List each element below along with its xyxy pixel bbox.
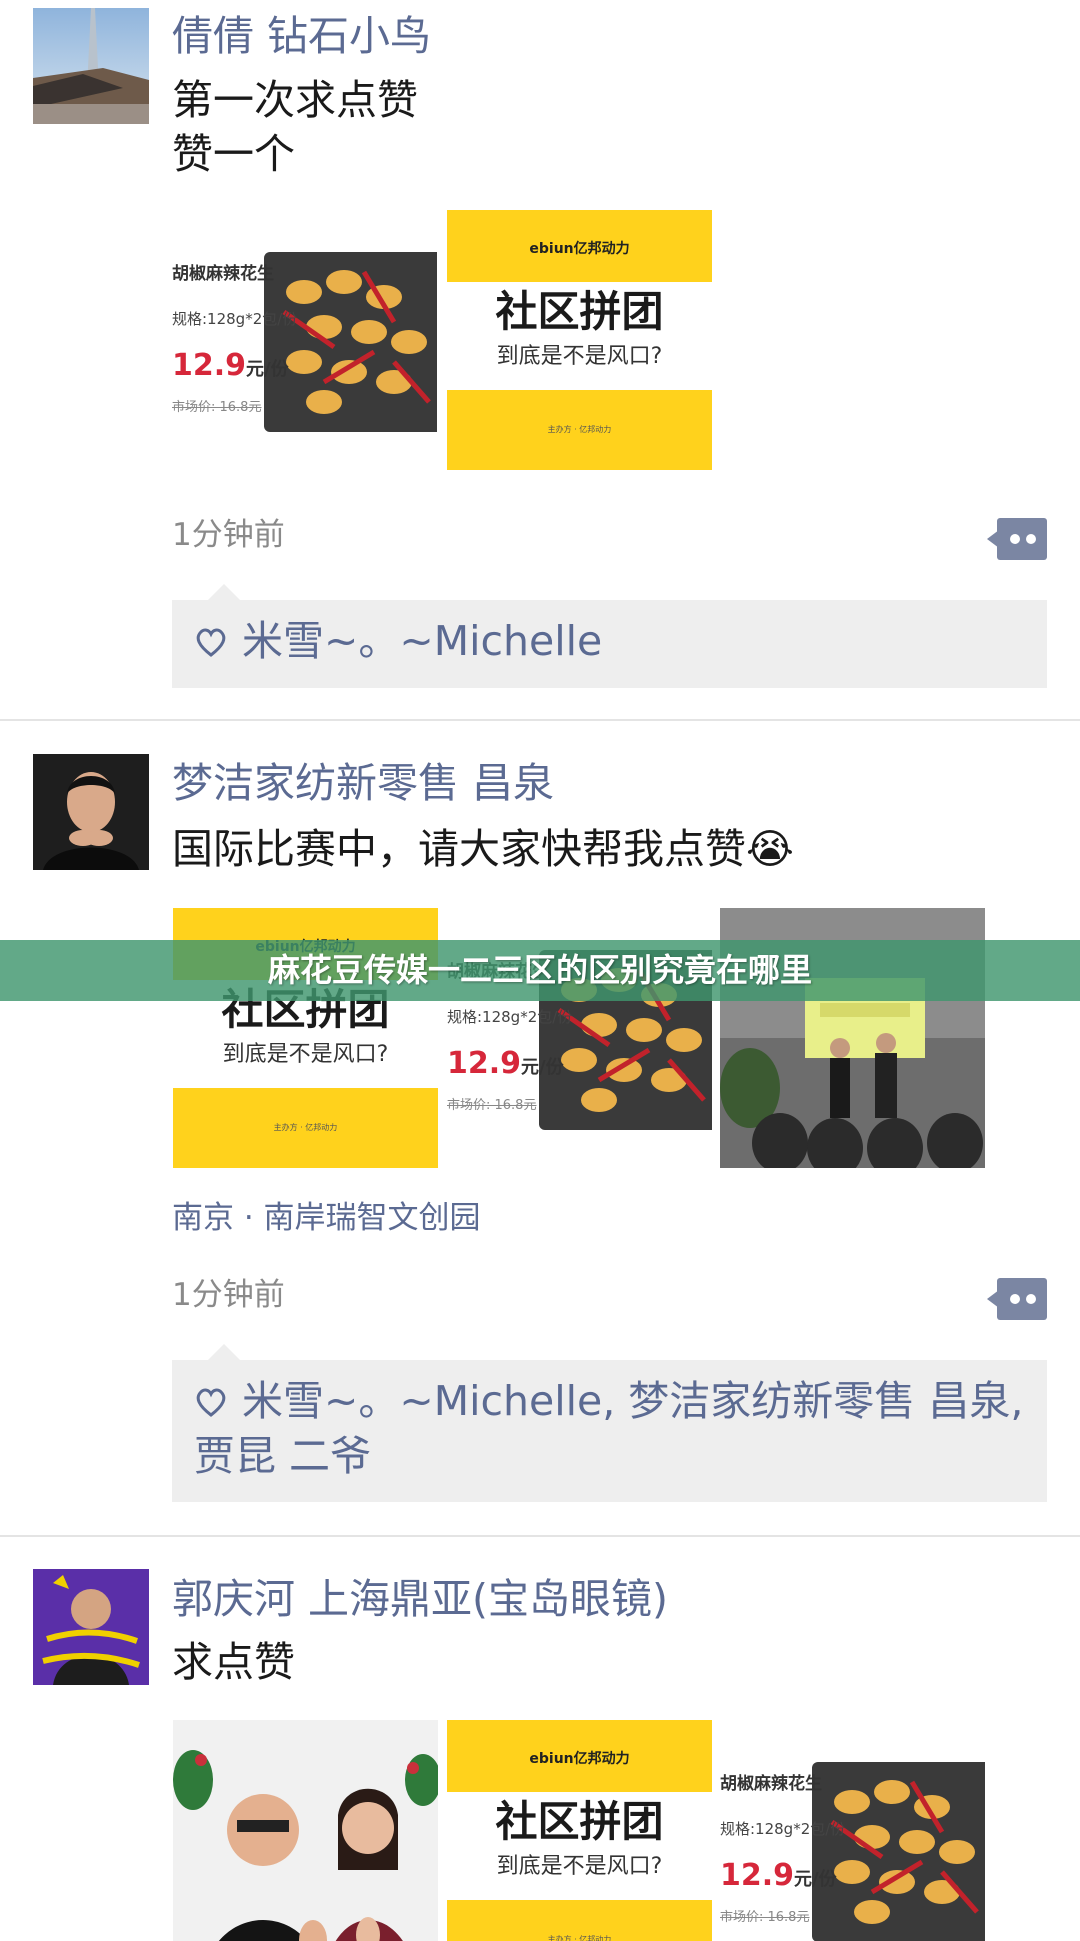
comment-more-icon	[987, 518, 1047, 560]
like-box: 米雪~。~Michelle, 梦洁家纺新零售 昌泉, 贾昆 二爷	[172, 1360, 1047, 1502]
post-image-3[interactable]: 胡椒麻辣花生 规格:128g*2包/份 12.9元/份 市场价: 16.8元	[720, 1720, 985, 1941]
peanut-title: 胡椒麻辣花生	[172, 264, 274, 284]
heart-icon	[194, 1378, 228, 1417]
comment-more-button[interactable]	[987, 1278, 1047, 1320]
post-divider	[0, 1535, 1080, 1537]
peanut-old-price: 市场价: 16.8元	[447, 1098, 537, 1113]
post-time: 1分钟前	[172, 517, 285, 553]
moments-feed: 倩倩 钻石小鸟 第一次求点赞 赞一个 胡椒麻辣花生 规格:128g*2包/份 1…	[0, 0, 1080, 1941]
avatar-image	[33, 754, 149, 870]
peanut-price-unit: 元/份	[246, 359, 289, 380]
peanut-art	[830, 1780, 979, 1924]
peanut-old-price: 市场价: 16.8元	[720, 1910, 810, 1925]
poster-subtitle: 到底是不是风口?	[222, 1042, 389, 1067]
like-line: 米雪~。~Michelle, 梦洁家纺新零售 昌泉, 贾昆 二爷	[194, 1374, 1025, 1484]
post-author-name[interactable]: 梦洁家纺新零售 昌泉	[172, 757, 554, 809]
like-box-arrow	[208, 1344, 240, 1360]
peanut-price: 12.9元/份	[172, 346, 289, 390]
post-text: 第一次求点赞 赞一个	[172, 76, 418, 178]
poster-footer: 主办方 · 亿邦动力	[547, 1935, 612, 1941]
like-box-arrow	[208, 584, 240, 600]
avatar[interactable]	[33, 1569, 149, 1685]
post-image-2[interactable]: ebiun亿邦动力 社区拼团 到底是不是风口? 主办方 · 亿邦动力	[447, 1720, 712, 1941]
poster-header: ebiun亿邦动力	[529, 1751, 630, 1767]
comment-more-icon	[987, 1278, 1047, 1320]
poster-title: 社区拼团	[495, 287, 664, 336]
poster-header: ebiun亿邦动力	[529, 241, 630, 257]
peanut-spec: 规格:128g*2包/份	[447, 1008, 573, 1026]
avatar[interactable]	[33, 754, 149, 870]
peanut-price-value: 12.9	[720, 1858, 795, 1893]
post-author-name[interactable]: 郭庆河 上海鼎亚(宝岛眼镜)	[172, 1573, 668, 1625]
peanut-price-unit: 元/份	[794, 1869, 837, 1890]
like-box: 米雪~。~Michelle	[172, 600, 1047, 688]
avatar-image	[33, 8, 149, 124]
like-line: 米雪~。~Michelle	[194, 614, 1025, 669]
post-text: 求点赞	[172, 1638, 295, 1686]
peanut-price-unit: 元/份	[521, 1057, 564, 1078]
post-image-1[interactable]: 胡椒麻辣花生 规格:128g*2包/份 12.9元/份 市场价: 16.8元	[172, 210, 437, 470]
poster-title: 社区拼团	[495, 1797, 664, 1846]
like-names[interactable]: 米雪~。~Michelle, 梦洁家纺新零售 昌泉, 贾昆 二爷	[194, 1377, 1023, 1480]
post-text: 国际比赛中，请大家快帮我点赞😭	[172, 825, 794, 873]
avatar-image	[33, 1569, 149, 1685]
poster-footer: 主办方 · 亿邦动力	[547, 425, 612, 434]
peanut-price: 12.9元/份	[447, 1044, 564, 1088]
poster-footer: 主办方 · 亿邦动力	[273, 1123, 338, 1132]
peanut-plate	[812, 1762, 985, 1941]
avatar[interactable]	[33, 8, 149, 124]
title-banner: 麻花豆传媒一二三区的区别究竟在哪里	[0, 940, 1080, 1001]
comment-more-button[interactable]	[987, 518, 1047, 560]
group-photo	[173, 1720, 438, 1941]
peanut-price-value: 12.9	[172, 348, 247, 383]
banner-text: 麻花豆传媒一二三区的区别究竟在哪里	[267, 951, 812, 989]
peanut-price: 12.9元/份	[720, 1856, 837, 1900]
post-location[interactable]: 南京 · 南岸瑞智文创园	[172, 1198, 481, 1238]
post-time: 1分钟前	[172, 1277, 285, 1313]
peanut-spec: 规格:128g*2包/份	[720, 1820, 846, 1838]
peanut-plate	[264, 252, 437, 432]
peanut-old-price: 市场价: 16.8元	[172, 400, 262, 415]
peanut-art	[282, 270, 431, 414]
post-image-2[interactable]: ebiun亿邦动力 社区拼团 到底是不是风口? 主办方 · 亿邦动力	[447, 210, 712, 470]
poster-subtitle: 到底是不是风口?	[496, 1854, 663, 1879]
post-image-1[interactable]	[173, 1720, 438, 1941]
peanut-price-value: 12.9	[447, 1046, 522, 1081]
like-names[interactable]: 米雪~。~Michelle	[242, 617, 602, 665]
peanut-spec: 规格:128g*2包/份	[172, 310, 298, 328]
heart-icon	[194, 618, 228, 657]
peanut-title: 胡椒麻辣花生	[720, 1774, 822, 1794]
poster-subtitle: 到底是不是风口?	[496, 344, 663, 369]
post-divider	[0, 719, 1080, 721]
post-author-name[interactable]: 倩倩 钻石小鸟	[172, 10, 431, 62]
